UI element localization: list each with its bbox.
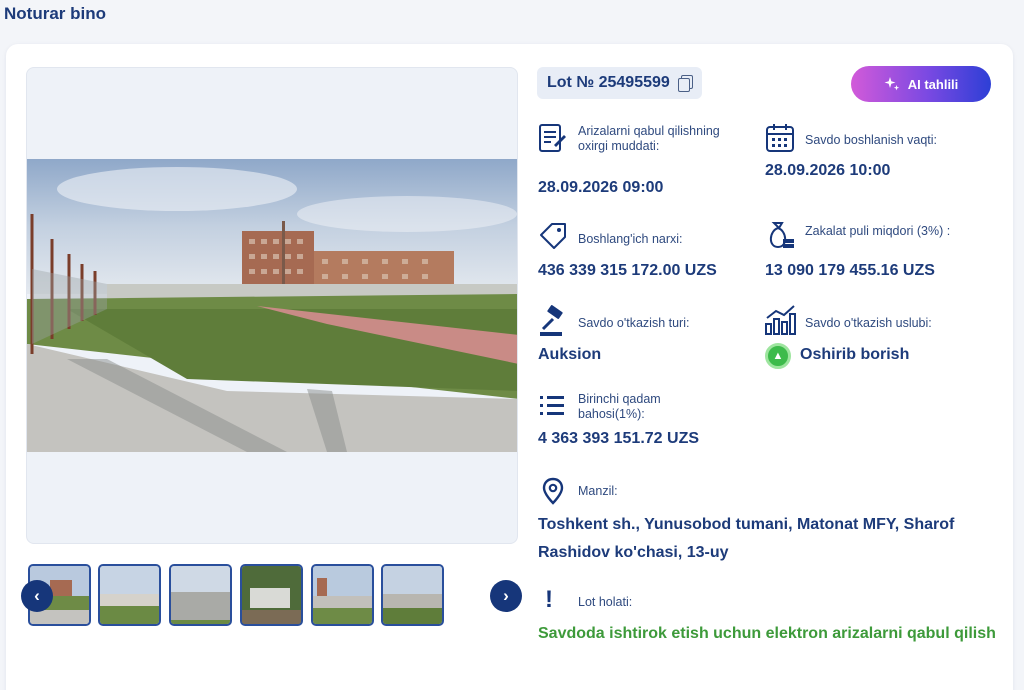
gallery-prev-button[interactable]: ‹ (21, 580, 53, 612)
ai-analysis-label: AI tahlili (907, 76, 959, 92)
deposit-value: 13 090 179 455.16 UZS (765, 262, 935, 279)
gallery-thumbnail[interactable] (240, 564, 303, 626)
main-photo[interactable] (26, 67, 518, 544)
deposit-label: Zakalat puli miqdori (3%) : (805, 224, 951, 238)
address-label: Manzil: (578, 484, 618, 498)
gavel-icon (540, 305, 563, 336)
chevron-right-icon: › (503, 586, 509, 605)
starting-price-label: Boshlang'ich narxi: (578, 232, 683, 246)
auction-method-value: Oshirib borish (800, 346, 910, 363)
ai-analysis-button[interactable]: AI tahlili (851, 66, 991, 102)
auction-type-value: Auksion (538, 346, 602, 363)
gallery-next-button[interactable]: › (490, 580, 522, 612)
money-bag-icon (769, 222, 794, 249)
document-form-icon (539, 124, 566, 152)
gallery-thumbnail[interactable] (311, 564, 374, 626)
auction-start-value: 28.09.2026 10:00 (765, 162, 891, 179)
lot-number-badge: Lot № 25495599 (537, 67, 702, 99)
application-deadline-value: 28.09.2026 09:00 (538, 179, 664, 196)
auction-type-label: Savdo o'tkazish turi: (578, 316, 690, 330)
growth-chart-icon (765, 305, 796, 335)
sparkle-icon (884, 77, 899, 91)
list-icon (540, 396, 564, 415)
starting-price-value: 436 339 315 172.00 UZS (538, 262, 717, 279)
gallery-thumbnail[interactable] (98, 564, 161, 626)
gallery-thumbnail[interactable] (381, 564, 444, 626)
map-pin-icon (542, 477, 564, 505)
chevron-left-icon: ‹ (34, 586, 40, 605)
auction-start-label: Savdo boshlanish vaqti: (805, 133, 938, 147)
application-deadline-label: Arizalarni qabul qilishning oxirgi mudda… (578, 124, 720, 153)
lot-number: Lot № 25495599 (547, 74, 670, 91)
gallery-thumbnail[interactable] (169, 564, 232, 626)
copy-icon[interactable] (677, 75, 693, 92)
lot-status-value: Savdoda ishtirok etish uchun elektron ar… (538, 625, 996, 642)
exclamation-icon: ! (545, 586, 553, 613)
increase-icon: ▲ (765, 343, 791, 369)
auction-method-label: Savdo o'tkazish uslubi: (805, 316, 932, 330)
price-tag-icon (540, 223, 566, 249)
page-title: Noturar bino (4, 4, 106, 23)
address-value: Toshkent sh., Yunusobod tumani, Matonat … (538, 516, 955, 561)
calendar-icon (766, 124, 794, 152)
construction-site-image (27, 159, 517, 452)
first-step-label: Birinchi qadam bahosi(1%): (578, 392, 661, 421)
lot-status-label: Lot holati: (578, 595, 633, 609)
first-step-value: 4 363 393 151.72 UZS (538, 430, 700, 447)
